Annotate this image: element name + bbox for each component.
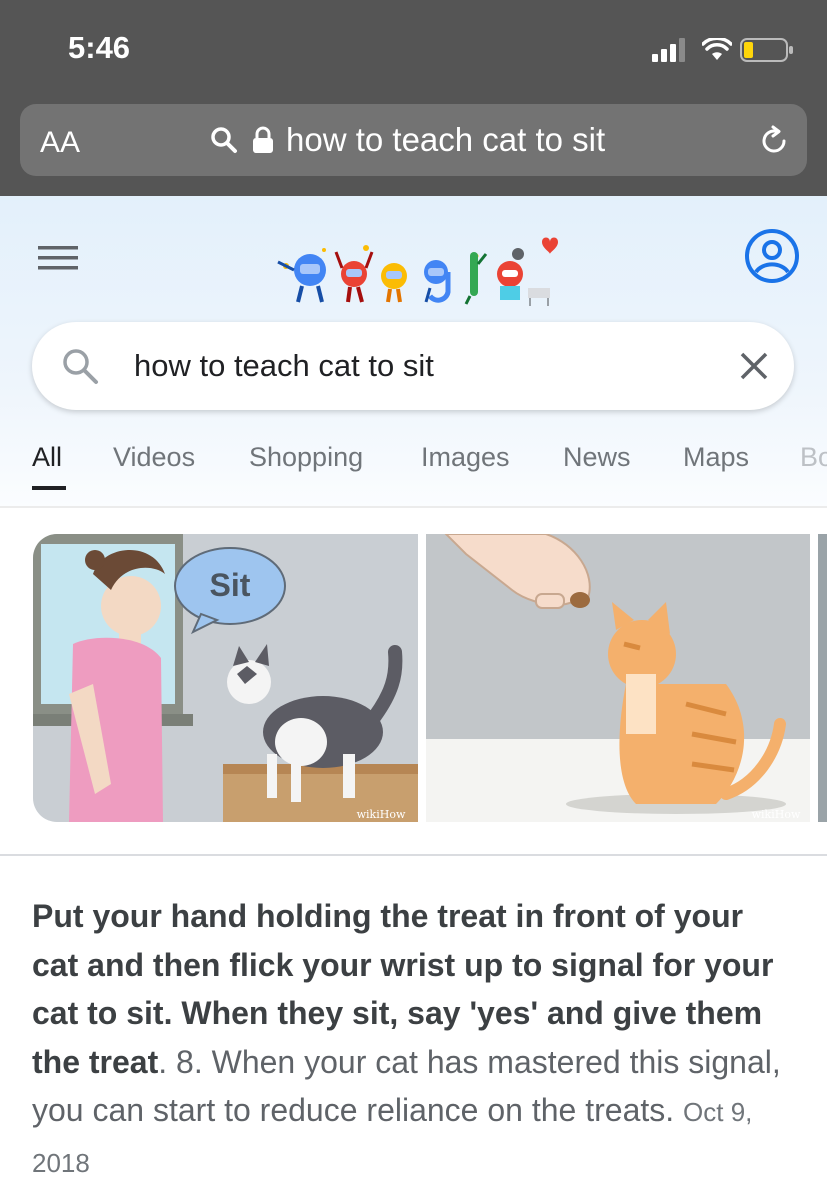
google-doodle[interactable] — [266, 230, 566, 310]
status-time: 5:46 — [68, 30, 131, 65]
clear-icon[interactable] — [736, 348, 772, 384]
google-header: how to teach cat to sit All Videos Shopp… — [0, 196, 827, 508]
tab-books[interactable]: Bo — [800, 442, 827, 473]
lock-icon — [253, 126, 273, 153]
reload-icon[interactable] — [757, 124, 791, 158]
tab-news[interactable]: News — [563, 442, 631, 473]
url-text[interactable]: how to teach cat to sit — [286, 121, 605, 159]
speech-bubble-text: Sit — [210, 567, 251, 603]
address-bar[interactable]: AA how to teach cat to sit — [20, 104, 807, 176]
battery-icon — [740, 38, 793, 62]
browser-chrome: 5:46 AA how to teach cat to sit — [0, 0, 827, 196]
signal-icon — [652, 38, 685, 62]
tab-videos[interactable]: Videos — [113, 442, 195, 473]
featured-snippet: Put your hand holding the treat in front… — [32, 892, 792, 1187]
account-icon[interactable] — [744, 228, 800, 284]
search-box[interactable]: how to teach cat to sit — [32, 322, 794, 410]
search-icon — [211, 127, 237, 153]
tab-maps[interactable]: Maps — [683, 442, 749, 473]
text-size-button[interactable]: AA — [40, 126, 80, 160]
tab-shopping[interactable]: Shopping — [249, 442, 363, 473]
section-divider — [0, 854, 827, 856]
tab-images[interactable]: Images — [421, 442, 510, 473]
active-tab-indicator — [32, 486, 66, 490]
search-input[interactable]: how to teach cat to sit — [134, 348, 434, 384]
search-tabs: All Videos Shopping Images News Maps Bo — [0, 442, 827, 502]
result-image-2[interactable]: wikiHow — [426, 534, 810, 822]
watermark-1: wikiHow — [357, 808, 406, 821]
tab-all[interactable]: All — [32, 442, 62, 473]
search-icon[interactable] — [60, 346, 100, 386]
result-image-1[interactable]: Sit wikiHow — [33, 534, 418, 822]
wifi-icon — [702, 38, 732, 60]
tabs-separator — [0, 506, 827, 508]
watermark-2: wikiHow — [752, 808, 801, 821]
menu-icon[interactable] — [38, 246, 78, 270]
result-image-3-partial[interactable] — [818, 534, 827, 822]
